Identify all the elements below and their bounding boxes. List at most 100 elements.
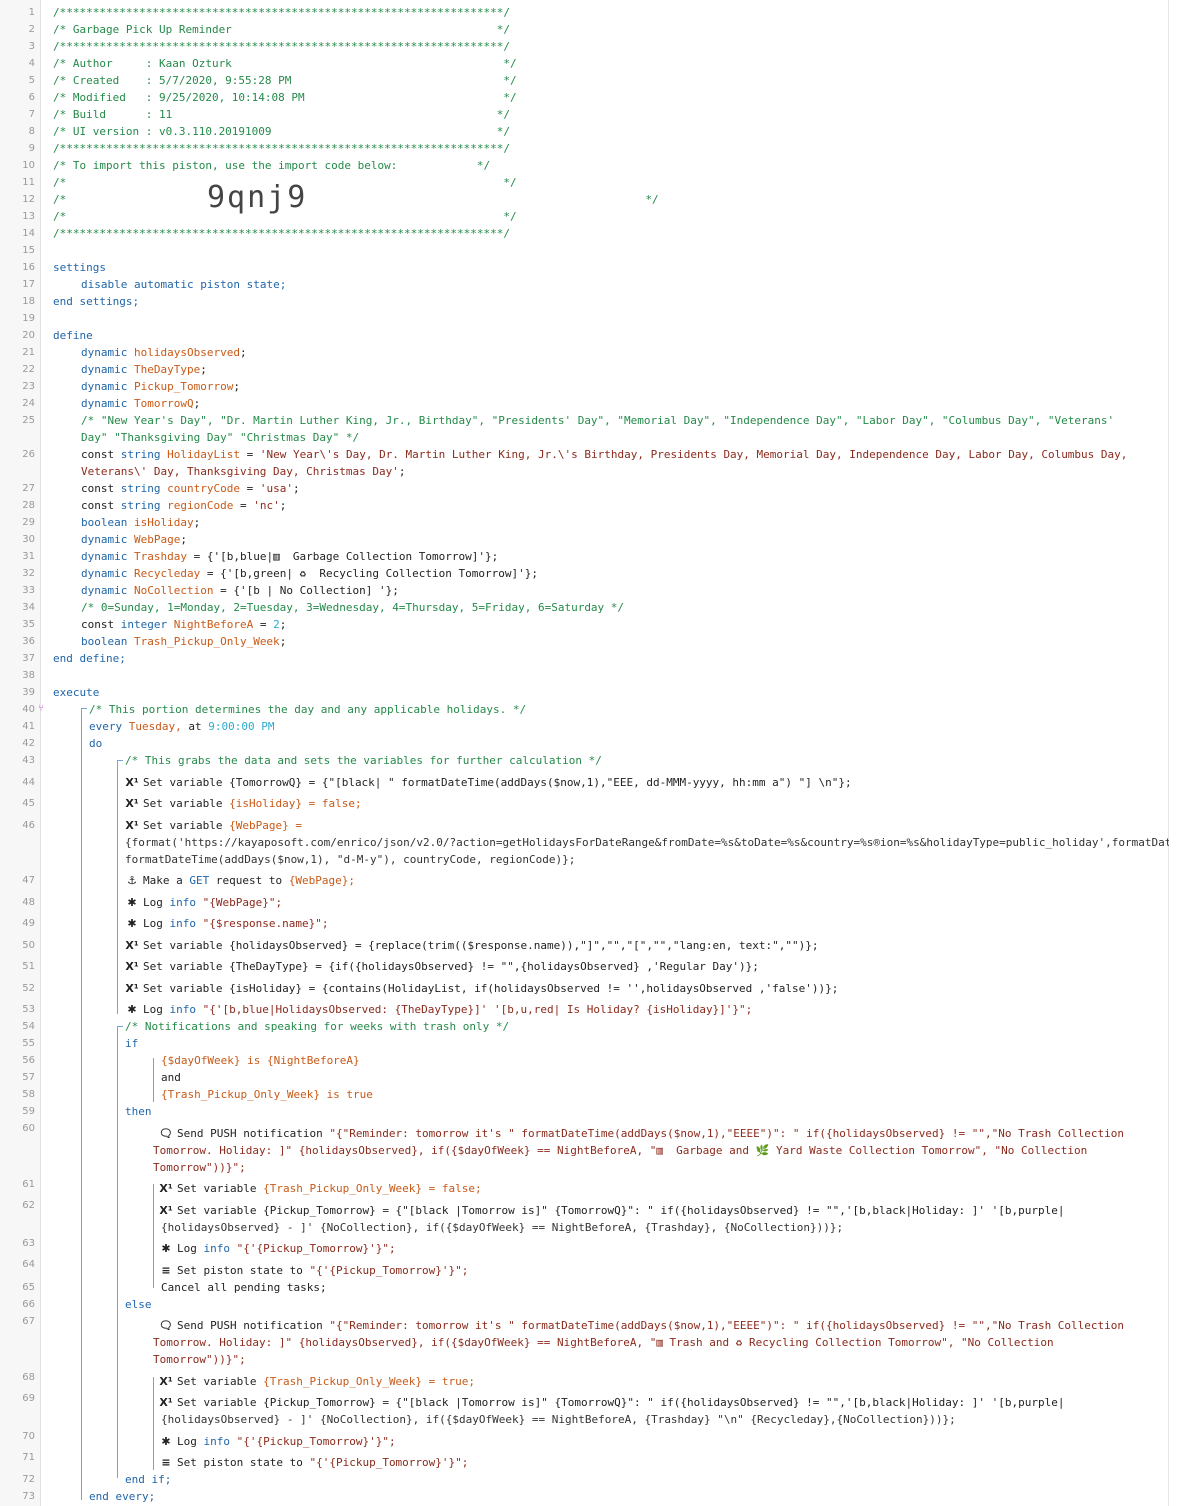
log-webpage-statement[interactable]: ✱ Log info "{WebPage}"; [125, 894, 282, 911]
line-number: 41 [22, 721, 35, 732]
set-piston-state-else[interactable]: ≡ Set piston state to "{'{Pickup_Tomorrow… [159, 1454, 468, 1471]
line-number: 28 [22, 500, 35, 511]
var-holidaysObserved[interactable]: dynamic holidaysObserved; [81, 344, 247, 361]
line-number: 45 [22, 798, 35, 809]
webpage-format-expression: {format('https://kayaposoft.com/enrico/j… [125, 836, 1169, 849]
set-tomorrowq-statement[interactable]: X¹ Set variable {TomorrowQ} = {"[black| "… [125, 774, 851, 791]
cancel-tasks-statement[interactable]: Cancel all pending tasks; [161, 1279, 327, 1296]
and-operator[interactable]: and [161, 1069, 181, 1086]
log-pickup-then-statement[interactable]: ✱ Log info "{'{Pickup_Tomorrow}'}"; [159, 1240, 395, 1257]
bug-icon: ✱ [161, 1435, 171, 1448]
x-superscript-icon: X¹ [159, 1396, 173, 1409]
var-countryCode[interactable]: const string countryCode = 'usa'; [81, 480, 300, 497]
x-superscript-icon: X¹ [125, 939, 139, 952]
set-pickup-else-statement[interactable]: X¹ Set variable {Pickup_Tomorrow} = {"[bl… [159, 1394, 1064, 1411]
line-number: 63 [22, 1238, 35, 1249]
push-else-cont: Tomorrow"))}"; [153, 1353, 246, 1366]
line-number: 27 [22, 483, 35, 494]
get-request-statement[interactable]: ⚓ Make a GET request to {WebPage}; [125, 872, 355, 889]
line-number: 50 [22, 940, 35, 951]
line-number: 16 [22, 262, 35, 273]
x-superscript-icon: X¹ [159, 1375, 173, 1388]
set-isholiday-statement[interactable]: X¹ Set variable {isHoliday} = {contains(H… [125, 980, 838, 997]
var-TomorrowQ[interactable]: dynamic TomorrowQ; [81, 395, 200, 412]
every-block-bracket [81, 708, 82, 1500]
line-number: 72 [22, 1474, 35, 1485]
line-number: 21 [22, 347, 35, 358]
set-piston-state-then[interactable]: ≡ Set piston state to "{'{Pickup_Tomorrow… [159, 1262, 468, 1279]
set-isholiday-false-statement[interactable]: X¹ Set variable {isHoliday} = false; [125, 795, 361, 812]
modified-line: /* Modified : 9/25/2020, 10:14:08 PM */ [53, 91, 517, 104]
line-number: 22 [22, 364, 35, 375]
bug-icon: ✱ [127, 1003, 137, 1016]
holidays-comment: /* "New Year's Day", "Dr. Martin Luther … [81, 414, 1115, 427]
holidays-comment-cont: Day" "Thanksgiving Day" "Christmas Day" … [81, 431, 360, 444]
x-superscript-icon: X¹ [125, 982, 139, 995]
line-number: 20 [22, 330, 35, 341]
condition-dayofweek[interactable]: {$dayOfWeek} is {NightBeforeA} [161, 1052, 360, 1069]
line-number: 37 [22, 653, 35, 664]
push-then-statement[interactable]: 🗨 Send PUSH notification "{"Reminder: tom… [159, 1125, 1124, 1142]
line-number: 56 [22, 1055, 35, 1066]
line-number: 10 [22, 160, 35, 171]
set-holidays-statement[interactable]: X¹ Set variable {holidaysObserved} = {rep… [125, 937, 818, 954]
var-Trashday[interactable]: dynamic Trashday = {'[b,blue|▥ Garbage C… [81, 548, 498, 565]
then-keyword: then [125, 1105, 152, 1118]
created-line: /* Created : 5/7/2020, 9:55:28 PM */ [53, 74, 517, 87]
webpage-format-expression-cont: formatDateTime(addDays($now,1), "d-M-y")… [125, 853, 576, 866]
var-NoCollection[interactable]: dynamic NoCollection = {'[b | No Collect… [81, 582, 399, 599]
speech-bubble-icon: 🗨 [159, 1319, 173, 1332]
var-NightBeforeA[interactable]: const integer NightBeforeA = 2; [81, 616, 286, 633]
define-keyword[interactable]: define [53, 327, 93, 344]
settings-disable-line[interactable]: disable automatic piston state; [81, 276, 286, 293]
condition-trash-week[interactable]: {Trash_Pickup_Only_Week} is true [161, 1086, 373, 1103]
var-TheDayType[interactable]: dynamic TheDayType; [81, 361, 207, 378]
anchor-icon: ⚓ [127, 874, 137, 887]
var-HolidayList[interactable]: const string HolidayList = 'New Year\'s … [81, 446, 1127, 463]
end-if-keyword: end if; [125, 1473, 172, 1486]
if-keyword[interactable]: if [125, 1035, 138, 1052]
var-regionCode[interactable]: const string regionCode = 'nc'; [81, 497, 286, 514]
execute-keyword[interactable]: execute [53, 684, 99, 701]
x-superscript-icon: X¹ [125, 960, 139, 973]
header-rule: /***************************************… [53, 40, 510, 53]
line-number: 55 [22, 1038, 35, 1049]
log-holidays-statement[interactable]: ✱ Log info "{'[b,blue|HolidaysObserved: {… [125, 1001, 752, 1018]
settings-keyword[interactable]: settings [53, 259, 106, 276]
header-rule: /***************************************… [53, 227, 510, 240]
bracket-cap [81, 708, 87, 709]
every-statement[interactable]: every Tuesday, at 9:00:00 PM [89, 718, 274, 735]
author-line: /* Author : Kaan Ozturk */ [53, 57, 517, 70]
line-number: 31 [22, 551, 35, 562]
line-number: 15 [22, 245, 35, 256]
set-webpage-statement[interactable]: X¹ Set variable {WebPage} = [125, 817, 302, 834]
set-trash-true-statement[interactable]: X¹ Set variable {Trash_Pickup_Only_Week} … [159, 1373, 475, 1390]
log-response-statement[interactable]: ✱ Log info "{$response.name}"; [125, 915, 328, 932]
line-number: 1 [28, 7, 35, 18]
push-else-statement[interactable]: 🗨 Send PUSH notification "{"Reminder: tom… [159, 1317, 1124, 1334]
do-block-bracket [117, 760, 118, 1014]
line-number: 53 [22, 1004, 35, 1015]
set-pickup-then-statement[interactable]: X¹ Set variable {Pickup_Tomorrow} = {"[bl… [159, 1202, 1064, 1219]
line-number: 60 [22, 1123, 35, 1134]
grab-comment: /* This grabs the data and sets the vari… [125, 754, 602, 767]
set-trash-false-statement[interactable]: X¹ Set variable {Trash_Pickup_Only_Week} … [159, 1180, 481, 1197]
x-superscript-icon: X¹ [125, 797, 139, 810]
log-pickup-else-statement[interactable]: ✱ Log info "{'{Pickup_Tomorrow}'}"; [159, 1433, 395, 1450]
var-Trash_Pickup_Only_Week[interactable]: boolean Trash_Pickup_Only_Week; [81, 633, 286, 650]
else-block-bracket [153, 1377, 154, 1470]
line-number: 47 [22, 875, 35, 886]
else-keyword: else [125, 1298, 152, 1311]
header-rule: /***************************************… [53, 142, 510, 155]
line-number: 51 [22, 961, 35, 972]
var-Recycleday[interactable]: dynamic Recycleday = {'[b,green| ♻ Recyc… [81, 565, 538, 582]
line-number: 17 [22, 279, 35, 290]
line-number: 2 [28, 24, 35, 35]
push-else-cont: Tomorrow. Holiday: ]" {holidaysObserved}… [153, 1336, 1054, 1349]
var-WebPage[interactable]: dynamic WebPage; [81, 531, 187, 548]
var-Pickup_Tomorrow[interactable]: dynamic Pickup_Tomorrow; [81, 378, 240, 395]
set-daytype-statement[interactable]: X¹ Set variable {TheDayType} = {if({holid… [125, 958, 759, 975]
var-isHoliday[interactable]: boolean isHoliday; [81, 514, 200, 531]
line-number: 73 [22, 1491, 35, 1502]
line-number: 12 [22, 194, 35, 205]
